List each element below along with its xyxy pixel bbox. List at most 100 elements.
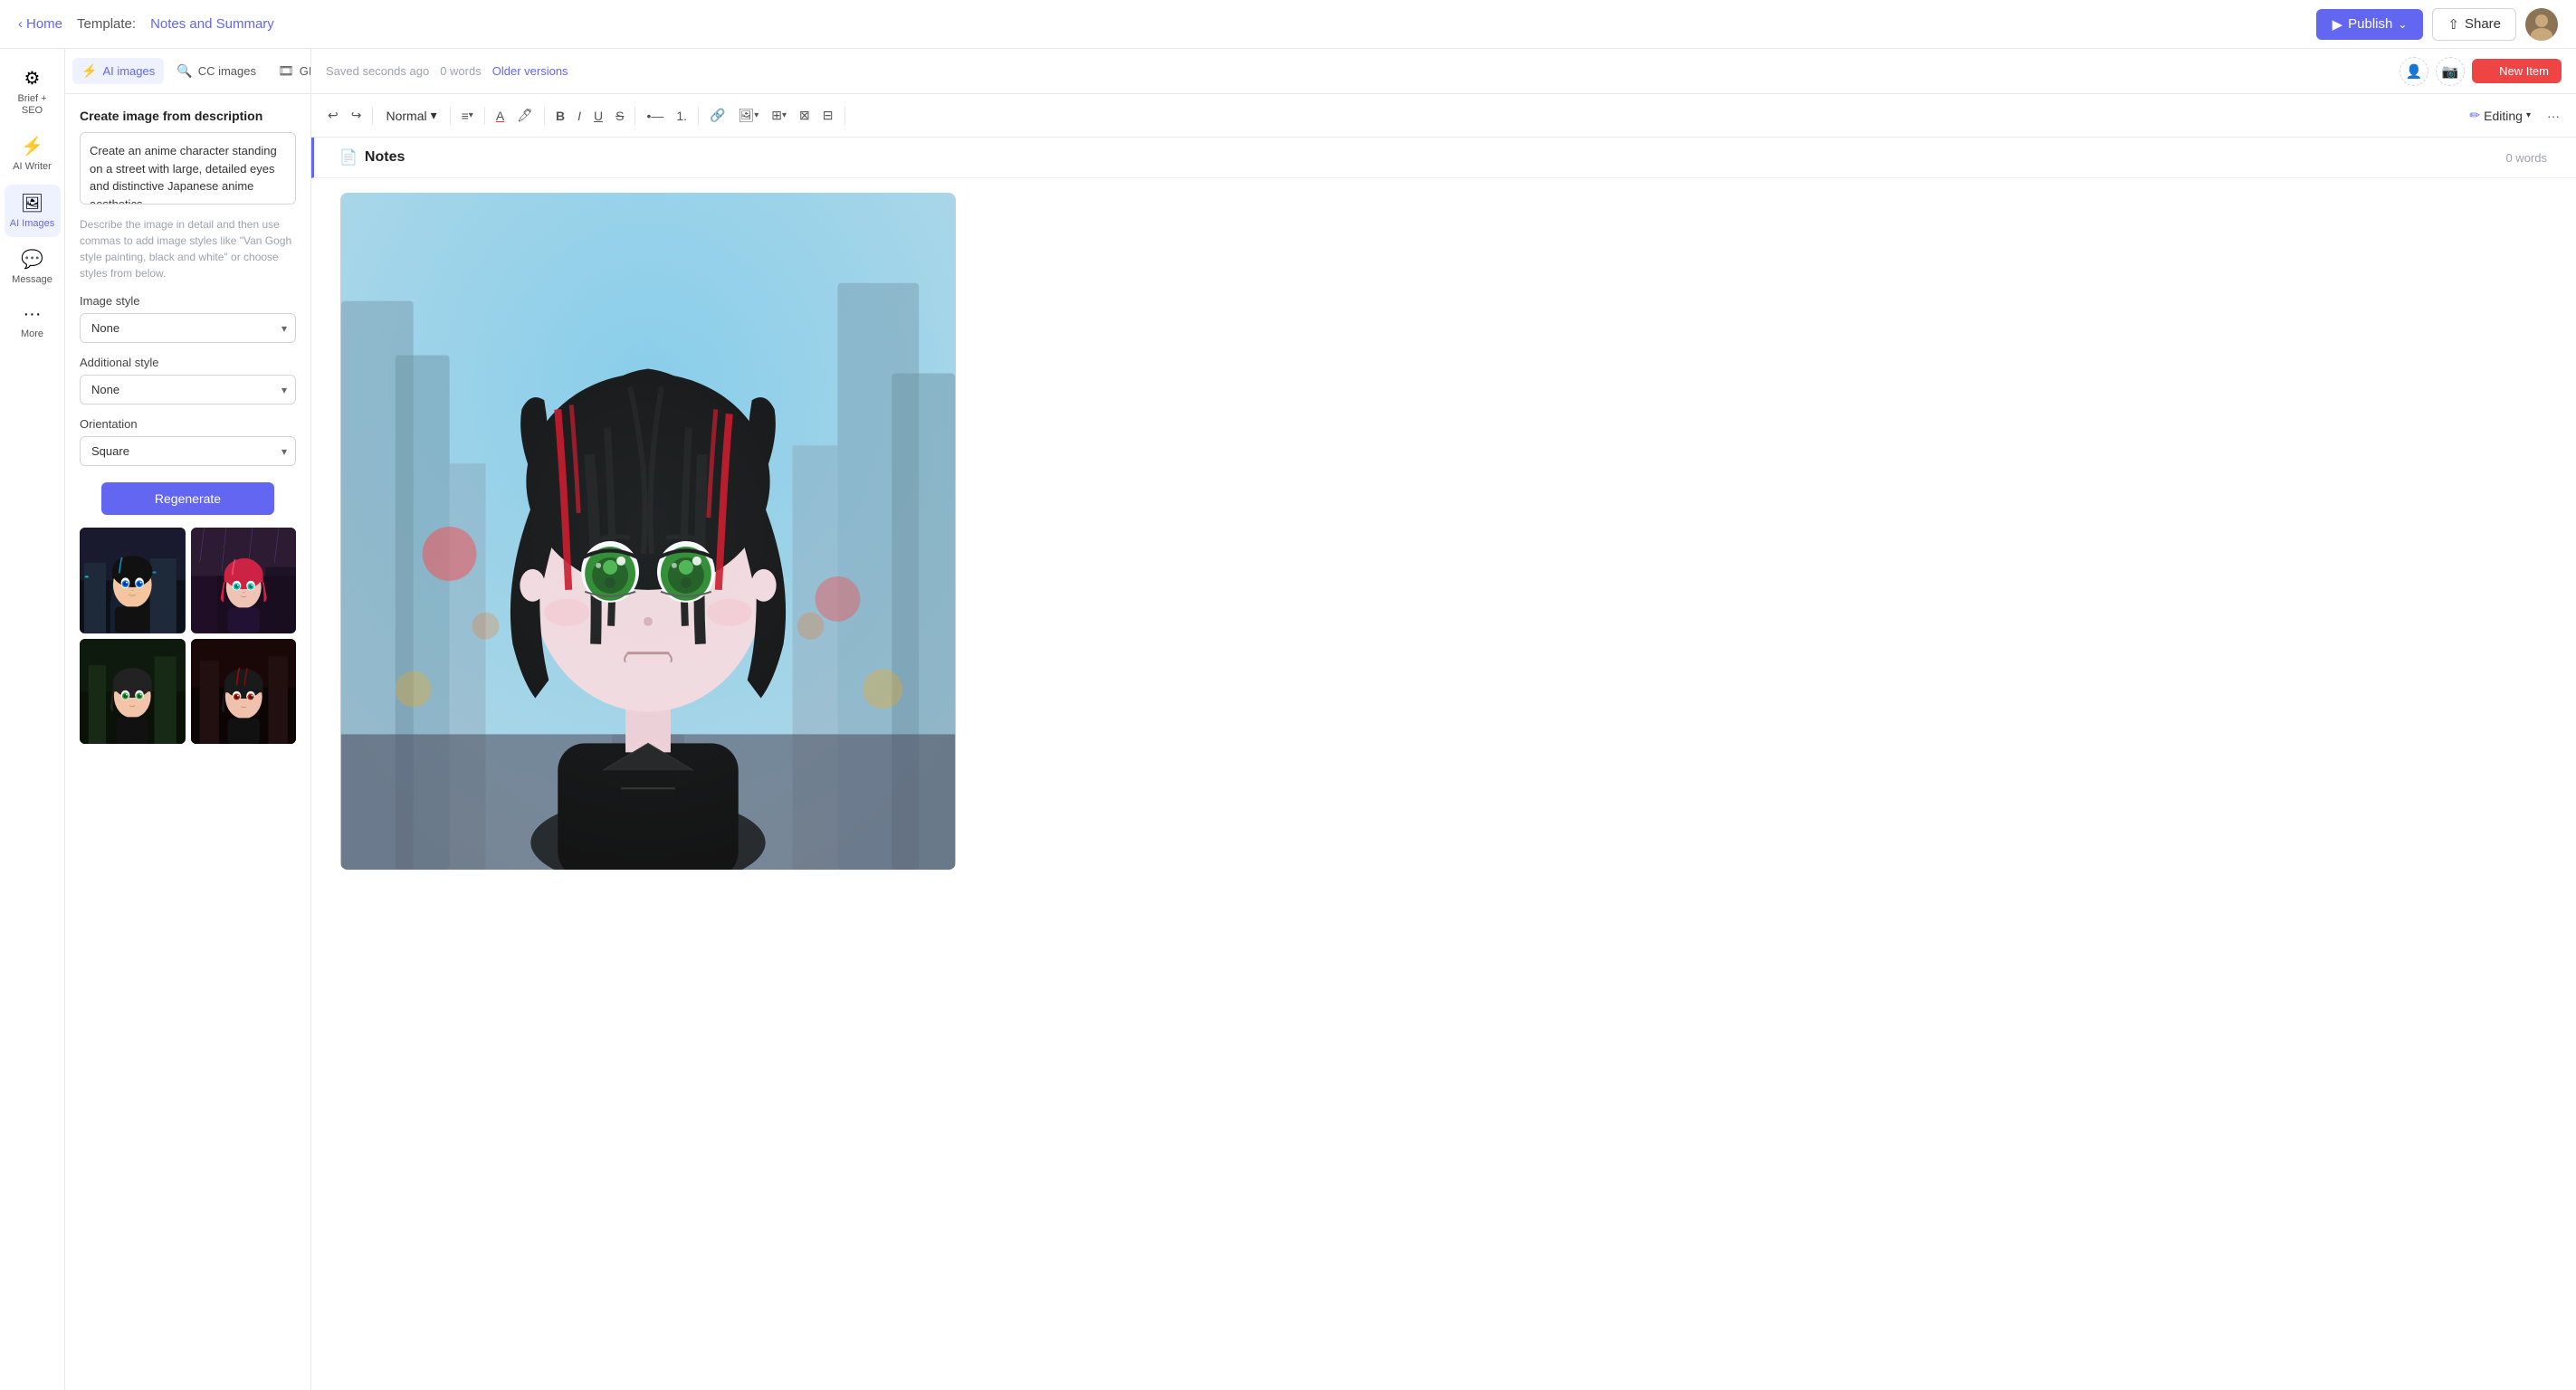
- align-button[interactable]: ≡ ▾: [456, 105, 479, 127]
- image-grid: [80, 528, 296, 744]
- image-thumbnail-4[interactable]: [191, 639, 297, 745]
- ordered-list-icon: 1.: [676, 109, 687, 123]
- tab-cc-images[interactable]: 🔍 CC images: [167, 58, 265, 84]
- bullet-list-icon: •—: [646, 109, 663, 123]
- italic-button[interactable]: I: [572, 105, 587, 127]
- more-options-button[interactable]: ···: [2542, 105, 2565, 127]
- editing-label: Editing: [2484, 109, 2523, 123]
- italic-icon: I: [577, 109, 581, 123]
- text-color-button[interactable]: A: [491, 105, 510, 127]
- redo-icon: ↪: [351, 108, 362, 123]
- image-insert-button[interactable]: 🖼 ▾: [732, 104, 764, 127]
- chevron-left-icon: ‹: [18, 16, 23, 32]
- sidebar-item-ai-writer[interactable]: ⚡ AI Writer: [5, 128, 61, 180]
- extra-icon: ⊟: [823, 108, 834, 123]
- insert-image-icon: 🖼: [738, 108, 754, 123]
- older-versions-link[interactable]: Older versions: [492, 64, 568, 78]
- sidebar-item-ai-images[interactable]: 🖼 AI Images: [5, 185, 61, 237]
- tab-ai-images-label: AI images: [102, 64, 155, 78]
- additional-style-select-wrapper: None Dark Neon Vintage ▾: [80, 375, 296, 405]
- share-icon: ⇧: [2447, 16, 2459, 33]
- prompt-textarea[interactable]: Create an anime character standing on a …: [80, 132, 296, 205]
- new-item-label: New Item: [2499, 64, 2549, 78]
- highlight-button[interactable]: 🖊: [511, 104, 539, 127]
- undo-button[interactable]: ↩: [322, 104, 344, 127]
- home-label: Home: [26, 16, 62, 32]
- sidebar-item-label-brief-seo: Brief + SEO: [10, 93, 55, 117]
- tab-gifs[interactable]: 🎞 GIFs: [269, 58, 311, 84]
- strikethrough-button[interactable]: S: [610, 105, 629, 127]
- sidebar-item-brief-seo[interactable]: ⚙ Brief + SEO: [5, 60, 61, 124]
- topbar-icons: 👤 📷 New Item: [2399, 57, 2562, 86]
- tab-ai-images[interactable]: ⚡ AI images: [72, 58, 164, 84]
- chevron-down-icon: ⌄: [2398, 18, 2407, 31]
- new-item-button[interactable]: New Item: [2472, 59, 2562, 83]
- home-link[interactable]: ‹ Home: [18, 16, 62, 32]
- camera-button[interactable]: 📷: [2436, 57, 2465, 86]
- lightning-icon: ⚡: [21, 135, 43, 157]
- editing-chevron-icon: ▾: [2526, 110, 2531, 120]
- clear-format-button[interactable]: ⊠: [794, 104, 816, 127]
- ordered-list-button[interactable]: 1.: [671, 105, 692, 127]
- image-style-select[interactable]: None Realistic Anime Cartoon Abstract: [80, 313, 296, 343]
- clear-format-icon: ⊠: [799, 108, 810, 123]
- editing-button[interactable]: ✏ Editing ▾: [2460, 104, 2540, 127]
- toolbar: ↩ ↪ Normal ▾ ≡ ▾ A 🖊 B: [311, 94, 2576, 138]
- table-chevron: ▾: [782, 110, 787, 120]
- orientation-select[interactable]: Square Landscape Portrait: [80, 436, 296, 466]
- gear-icon: ⚙: [24, 67, 41, 90]
- image-thumbnail-3[interactable]: [80, 639, 186, 745]
- publish-button[interactable]: ▶ Publish ⌄: [2316, 9, 2424, 40]
- gif-tab-icon: 🎞: [278, 63, 294, 79]
- additional-style-label: Additional style: [80, 356, 296, 369]
- sidebar-item-label-more: More: [21, 328, 43, 340]
- user-avatar-button[interactable]: 👤: [2399, 57, 2428, 86]
- avatar[interactable]: [2525, 8, 2558, 41]
- tab-cc-images-label: CC images: [198, 64, 256, 78]
- link-icon: 🔗: [710, 108, 725, 123]
- additional-style-select[interactable]: None Dark Neon Vintage: [80, 375, 296, 405]
- top-nav-right: ▶ Publish ⌄ ⇧ Share: [2316, 8, 2558, 41]
- style-select-button[interactable]: Normal ▾: [378, 104, 444, 127]
- publish-label: Publish: [2348, 16, 2392, 32]
- tab-gifs-label: GIFs: [300, 64, 311, 78]
- table-icon: ⊞: [771, 108, 782, 123]
- share-button[interactable]: ⇧ Share: [2432, 8, 2516, 41]
- user-icon: 👤: [2406, 63, 2423, 80]
- regenerate-button[interactable]: Regenerate: [101, 482, 274, 515]
- image-icon: 🖼: [21, 192, 43, 214]
- bold-button[interactable]: B: [550, 105, 570, 127]
- red-dot-icon: [2485, 67, 2494, 76]
- align-chevron-icon: ▾: [469, 110, 473, 120]
- sidebar-item-label-ai-writer: AI Writer: [13, 161, 52, 173]
- orientation-select-wrapper: Square Landscape Portrait ▾: [80, 436, 296, 466]
- style-chevron-down-icon: ▾: [431, 108, 437, 123]
- lightning-tab-icon: ⚡: [81, 63, 97, 79]
- underline-button[interactable]: U: [588, 105, 608, 127]
- redo-button[interactable]: ↪: [346, 104, 367, 127]
- bullet-list-button[interactable]: •—: [641, 105, 669, 127]
- play-icon: ▶: [2333, 16, 2343, 33]
- insert-image-chevron: ▾: [754, 110, 758, 120]
- doc-word-count: 0 words: [2505, 151, 2547, 165]
- link-button[interactable]: 🔗: [704, 104, 730, 127]
- image-thumbnail-1[interactable]: [80, 528, 186, 633]
- main-layout: ⚙ Brief + SEO ⚡ AI Writer 🖼 AI Images 💬 …: [0, 49, 2576, 1390]
- camera-icon: 📷: [2442, 63, 2459, 80]
- extra-button[interactable]: ⊟: [817, 104, 839, 127]
- template-prefix: Template:: [77, 16, 136, 32]
- table-button[interactable]: ⊞ ▾: [766, 104, 792, 127]
- top-nav-left: ‹ Home Template: Notes and Summary: [18, 16, 274, 32]
- toolbar-divider-1: [372, 107, 373, 125]
- sidebar-item-more[interactable]: ··· More: [5, 297, 61, 348]
- align-icon: ≡: [462, 109, 469, 123]
- image-thumbnail-2[interactable]: [191, 528, 297, 633]
- strikethrough-icon: S: [615, 109, 624, 123]
- editor-area: Saved seconds ago 0 words Older versions…: [311, 49, 2576, 1390]
- doc-title-row: 📄 Notes 0 words: [311, 138, 2576, 178]
- prompt-placeholder: Describe the image in detail and then us…: [80, 216, 296, 281]
- sidebar-item-message[interactable]: 💬 Message: [5, 241, 61, 293]
- word-count: 0 words: [440, 64, 482, 78]
- template-name[interactable]: Notes and Summary: [150, 16, 274, 32]
- bold-icon: B: [556, 109, 565, 123]
